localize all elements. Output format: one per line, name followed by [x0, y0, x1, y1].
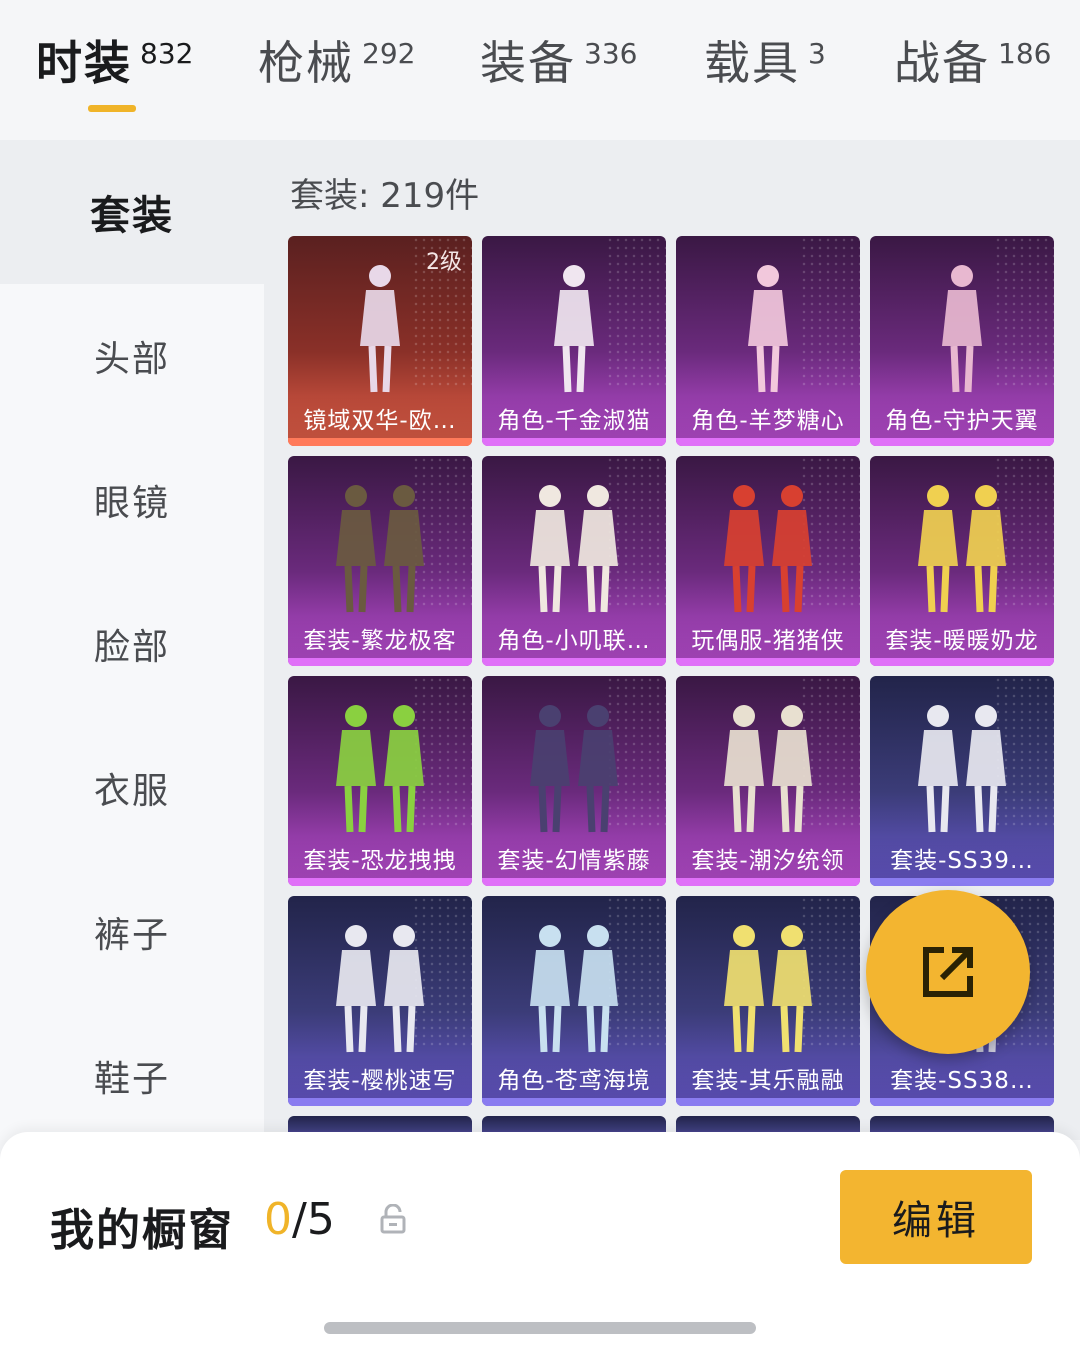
sidebar-item-pants[interactable]: 裤子 — [0, 860, 264, 1004]
showcase-used: 0 — [264, 1194, 292, 1245]
outfit-card[interactable]: 2级 镜域双华-欧… — [288, 236, 472, 446]
rarity-bar — [870, 658, 1054, 666]
sidebar-item-face[interactable]: 脸部 — [0, 572, 264, 716]
tab-count: 3 — [808, 37, 826, 70]
lock-icon — [380, 1204, 406, 1234]
showcase-slots: 0/5 — [264, 1194, 335, 1245]
tab-label: 枪械 — [258, 36, 354, 90]
tab-fashion[interactable]: 时装 832 — [36, 28, 193, 98]
rarity-bar — [288, 878, 472, 886]
item-count: 套装: 219件 — [290, 176, 480, 216]
rarity-bar — [482, 438, 666, 446]
tab-count: 292 — [362, 37, 416, 70]
outfit-card[interactable]: 套装-幻情紫藤 — [482, 676, 666, 886]
subcategory-sidebar: 套装 头部 眼镜 脸部 衣服 裤子 鞋子 — [0, 140, 264, 1140]
sidebar-item-suits[interactable]: 套装 — [0, 140, 264, 284]
share-button[interactable] — [866, 890, 1030, 1054]
tab-label: 时装 — [36, 36, 132, 90]
outfit-card[interactable]: 角色-苍鸢海境 — [482, 896, 666, 1106]
tab-count: 186 — [998, 37, 1052, 70]
outfit-card[interactable]: 套装-恐龙拽拽 — [288, 676, 472, 886]
outfit-preview-image — [530, 705, 618, 833]
outfit-preview-image — [724, 925, 812, 1053]
showcase-title: 我的橱窗 — [50, 1205, 234, 1256]
tab-label: 战备 — [894, 36, 990, 90]
outfit-card[interactable]: 套装-暖暖奶龙 — [870, 456, 1054, 666]
tab-equipment[interactable]: 装备 336 — [480, 28, 637, 98]
rarity-bar — [288, 658, 472, 666]
active-tab-indicator — [88, 105, 136, 112]
tab-count: 336 — [584, 37, 638, 70]
outfit-preview-image — [724, 485, 812, 613]
outfit-preview-image — [360, 265, 400, 393]
showcase-total: /5 — [292, 1194, 335, 1245]
home-indicator — [324, 1322, 756, 1334]
rarity-bar — [870, 1098, 1054, 1106]
outfit-preview-image — [336, 925, 424, 1053]
outfit-preview-image — [530, 485, 618, 613]
outfit-preview-image — [942, 265, 982, 393]
outfit-preview-image — [918, 705, 1006, 833]
edit-button[interactable]: 编辑 — [840, 1170, 1032, 1264]
outfit-card[interactable]: 套装-繁龙极客 — [288, 456, 472, 666]
outfit-card[interactable]: 套装-其乐融融 — [676, 896, 860, 1106]
tab-weapons[interactable]: 枪械 292 — [258, 28, 415, 98]
tab-label: 装备 — [480, 36, 576, 90]
rarity-bar — [676, 1098, 860, 1106]
tab-label: 载具 — [704, 36, 800, 90]
outfit-card[interactable]: 套装-SS39… — [870, 676, 1054, 886]
outfit-preview-image — [918, 485, 1006, 613]
tab-supplies[interactable]: 战备 186 — [894, 28, 1051, 98]
outfit-card[interactable]: 玩偶服-猪猪侠 — [676, 456, 860, 666]
rarity-bar — [676, 658, 860, 666]
outfit-card[interactable]: 角色-守护天翼 — [870, 236, 1054, 446]
tab-count: 832 — [140, 37, 194, 70]
rarity-bar — [870, 878, 1054, 886]
outfit-card[interactable]: 角色-小叽联… — [482, 456, 666, 666]
sidebar-item-head[interactable]: 头部 — [0, 284, 264, 428]
rarity-bar — [482, 1098, 666, 1106]
category-tabs: 时装 832 枪械 292 装备 336 载具 3 战备 186 — [0, 0, 1080, 140]
outfit-card[interactable]: 角色-千金淑猫 — [482, 236, 666, 446]
sidebar-item-shoes[interactable]: 鞋子 — [0, 1004, 264, 1148]
tab-vehicles[interactable]: 载具 3 — [704, 28, 826, 98]
outfit-preview-image — [724, 705, 812, 833]
rarity-bar — [676, 438, 860, 446]
rarity-bar — [288, 438, 472, 446]
rarity-bar — [870, 438, 1054, 446]
outfit-card[interactable]: 套装-樱桃速写 — [288, 896, 472, 1106]
showcase-panel: 我的橱窗 0/5 编辑 — [0, 1132, 1080, 1356]
sidebar-item-glasses[interactable]: 眼镜 — [0, 428, 264, 572]
rarity-bar — [482, 658, 666, 666]
sidebar-item-clothes[interactable]: 衣服 — [0, 716, 264, 860]
outfit-card[interactable]: 角色-羊梦糖心 — [676, 236, 860, 446]
share-icon — [923, 947, 973, 997]
outfit-preview-image — [530, 925, 618, 1053]
outfit-preview-image — [748, 265, 788, 393]
rarity-bar — [288, 1098, 472, 1106]
outfit-card[interactable]: 套装-潮汐统领 — [676, 676, 860, 886]
rarity-bar — [676, 878, 860, 886]
outfit-preview-image — [554, 265, 594, 393]
outfit-preview-image — [336, 705, 424, 833]
rarity-bar — [482, 878, 666, 886]
outfit-preview-image — [336, 485, 424, 613]
level-badge: 2级 — [426, 250, 462, 275]
